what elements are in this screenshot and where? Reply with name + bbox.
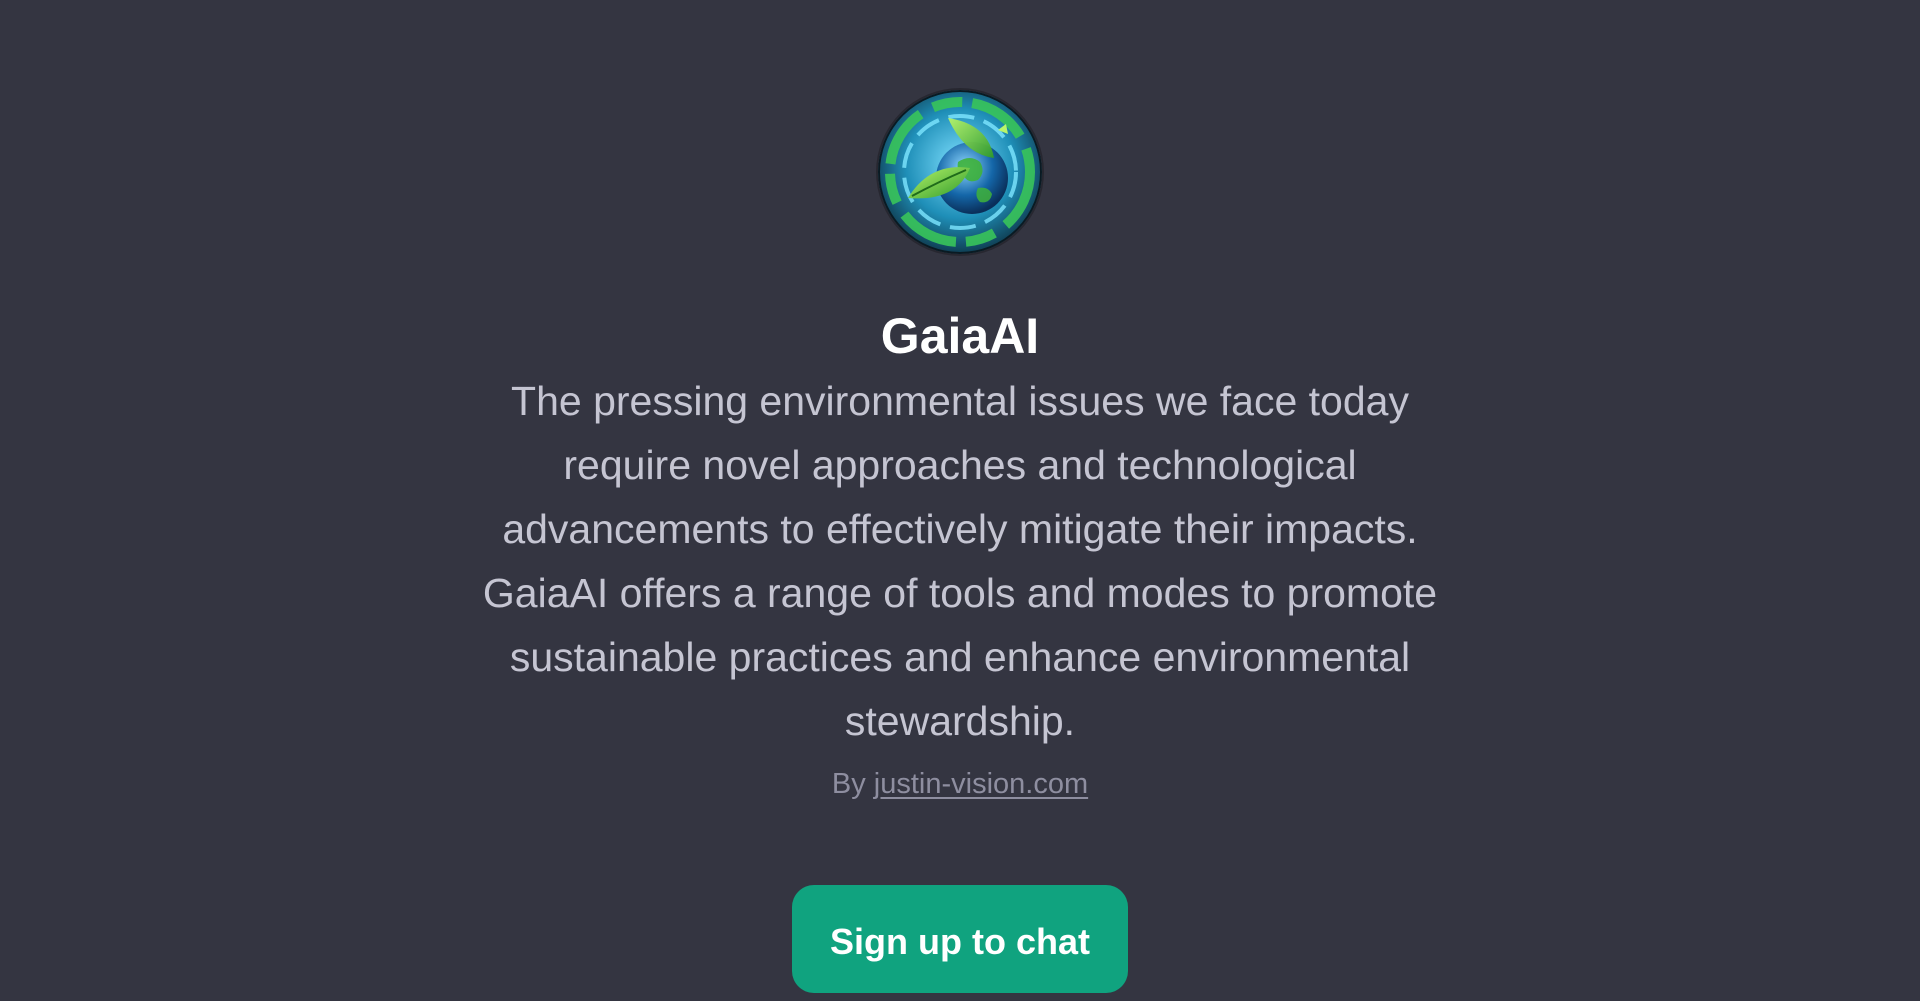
earth-leaf-icon [878, 90, 1042, 254]
byline-prefix: By [831, 768, 866, 800]
gpt-profile: GaiaAI The pressing environmental issues… [0, 0, 1920, 1001]
sign-up-to-chat-button[interactable]: Sign up to chat [792, 885, 1128, 993]
gpt-description: The pressing environmental issues we fac… [482, 378, 1438, 744]
sign-up-button-label: Sign up to chat [830, 921, 1090, 962]
author-link[interactable]: justin-vision.com [874, 768, 1088, 800]
gpt-byline: By justin-vision.com [832, 765, 1088, 803]
gpt-avatar [878, 90, 1042, 254]
gpt-title: GaiaAI [880, 308, 1040, 364]
